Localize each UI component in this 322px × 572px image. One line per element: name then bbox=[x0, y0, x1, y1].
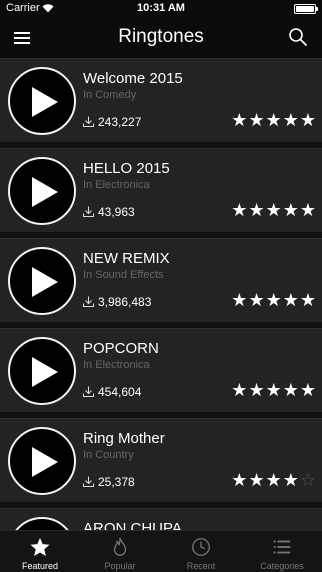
flame-icon bbox=[113, 537, 127, 556]
rating-stars: ★★★★★ bbox=[231, 290, 317, 311]
star-filled-icon: ★ bbox=[248, 470, 266, 490]
play-button[interactable] bbox=[8, 67, 76, 135]
ringtone-category: In Electronica bbox=[83, 179, 150, 191]
star-filled-icon: ★ bbox=[248, 200, 266, 220]
star-filled-icon: ★ bbox=[265, 380, 283, 400]
rating-stars: ★★★★☆ bbox=[231, 470, 317, 491]
tab-featured[interactable]: Featured bbox=[0, 531, 80, 572]
star-filled-icon: ★ bbox=[231, 290, 249, 310]
ringtone-row[interactable]: POPCORN In Electronica 454,604 ★★★★★ bbox=[0, 328, 322, 412]
ringtone-title: ARON CHUPA bbox=[83, 520, 182, 530]
star-filled-icon: ★ bbox=[248, 380, 266, 400]
battery-icon bbox=[294, 4, 318, 14]
tab-label: Popular bbox=[104, 561, 136, 571]
star-filled-icon: ★ bbox=[282, 110, 300, 130]
star-filled-icon: ★ bbox=[265, 110, 283, 130]
play-button[interactable] bbox=[8, 337, 76, 405]
star-filled-icon: ★ bbox=[282, 200, 300, 220]
play-button[interactable] bbox=[8, 247, 76, 315]
download-icon bbox=[83, 116, 94, 127]
star-empty-icon: ☆ bbox=[299, 470, 317, 490]
tab-label: Recent bbox=[186, 561, 216, 571]
play-icon bbox=[32, 357, 58, 387]
tab-label: Categories bbox=[260, 561, 304, 571]
download-icon bbox=[83, 296, 94, 307]
ringtone-title: Ring Mother bbox=[83, 430, 165, 447]
clock-icon bbox=[192, 538, 210, 556]
ringtone-category: In Country bbox=[83, 449, 134, 461]
search-icon[interactable] bbox=[288, 27, 308, 47]
download-icon bbox=[83, 206, 94, 217]
status-bar: Carrier 10:31 AM bbox=[0, 0, 322, 18]
play-icon bbox=[32, 87, 58, 117]
star-filled-icon: ★ bbox=[248, 110, 266, 130]
star-filled-icon: ★ bbox=[282, 290, 300, 310]
download-count: 43,963 bbox=[98, 205, 135, 219]
star-filled-icon: ★ bbox=[265, 200, 283, 220]
ringtone-row[interactable]: NEW REMIX In Sound Effects 3,986,483 ★★★★★ bbox=[0, 238, 322, 322]
star-filled-icon: ★ bbox=[282, 380, 300, 400]
star-filled-icon: ★ bbox=[299, 380, 317, 400]
play-icon bbox=[32, 177, 58, 207]
tab-categories[interactable]: Categories bbox=[242, 531, 322, 572]
rating-stars: ★★★★★ bbox=[231, 110, 317, 131]
ringtone-title: HELLO 2015 bbox=[83, 160, 170, 177]
ringtone-title: NEW REMIX bbox=[83, 250, 170, 267]
play-button[interactable] bbox=[8, 157, 76, 225]
tab-label: Featured bbox=[21, 561, 59, 571]
star-filled-icon: ★ bbox=[231, 380, 249, 400]
navigation-bar: Ringtones bbox=[0, 18, 322, 58]
clock-time: 10:31 AM bbox=[137, 2, 185, 14]
rating-stars: ★★★★★ bbox=[231, 380, 317, 401]
download-count: 454,604 bbox=[98, 385, 142, 399]
download-icon bbox=[83, 386, 94, 397]
tab-bar: Featured Popular Recent Categories bbox=[0, 530, 322, 572]
star-filled-icon: ★ bbox=[265, 470, 283, 490]
ringtone-row[interactable]: ARON CHUPA bbox=[0, 508, 322, 530]
star-filled-icon: ★ bbox=[299, 200, 317, 220]
download-icon bbox=[83, 476, 94, 487]
star-filled-icon: ★ bbox=[231, 110, 249, 130]
star-icon bbox=[30, 537, 50, 556]
download-count: 25,378 bbox=[98, 475, 135, 489]
list-icon bbox=[273, 540, 291, 554]
star-filled-icon: ★ bbox=[299, 290, 317, 310]
download-count: 3,986,483 bbox=[98, 295, 152, 309]
play-icon bbox=[32, 267, 58, 297]
star-filled-icon: ★ bbox=[231, 470, 249, 490]
ringtone-category: In Sound Effects bbox=[83, 269, 164, 281]
download-count: 243,227 bbox=[98, 115, 142, 129]
star-filled-icon: ★ bbox=[282, 470, 300, 490]
tab-recent[interactable]: Recent bbox=[161, 531, 241, 572]
play-button[interactable] bbox=[8, 517, 76, 530]
star-filled-icon: ★ bbox=[299, 110, 317, 130]
tab-popular[interactable]: Popular bbox=[80, 531, 160, 572]
play-icon bbox=[32, 447, 58, 477]
ringtone-list[interactable]: Welcome 2015 In Comedy 243,227 ★★★★★ HELLO 2… bbox=[0, 58, 322, 530]
ringtone-category: In Comedy bbox=[83, 89, 137, 101]
star-filled-icon: ★ bbox=[265, 290, 283, 310]
ringtone-title: Welcome 2015 bbox=[83, 70, 183, 87]
ringtone-row[interactable]: HELLO 2015 In Electronica 43,963 ★★★★★ bbox=[0, 148, 322, 232]
star-filled-icon: ★ bbox=[248, 290, 266, 310]
rating-stars: ★★★★★ bbox=[231, 200, 317, 221]
ringtone-row[interactable]: Welcome 2015 In Comedy 243,227 ★★★★★ bbox=[0, 58, 322, 142]
play-button[interactable] bbox=[8, 427, 76, 495]
star-filled-icon: ★ bbox=[231, 200, 249, 220]
ringtone-title: POPCORN bbox=[83, 340, 159, 357]
ringtone-category: In Electronica bbox=[83, 359, 150, 371]
page-title: Ringtones bbox=[118, 26, 204, 47]
ringtone-row[interactable]: Ring Mother In Country 25,378 ★★★★☆ bbox=[0, 418, 322, 502]
